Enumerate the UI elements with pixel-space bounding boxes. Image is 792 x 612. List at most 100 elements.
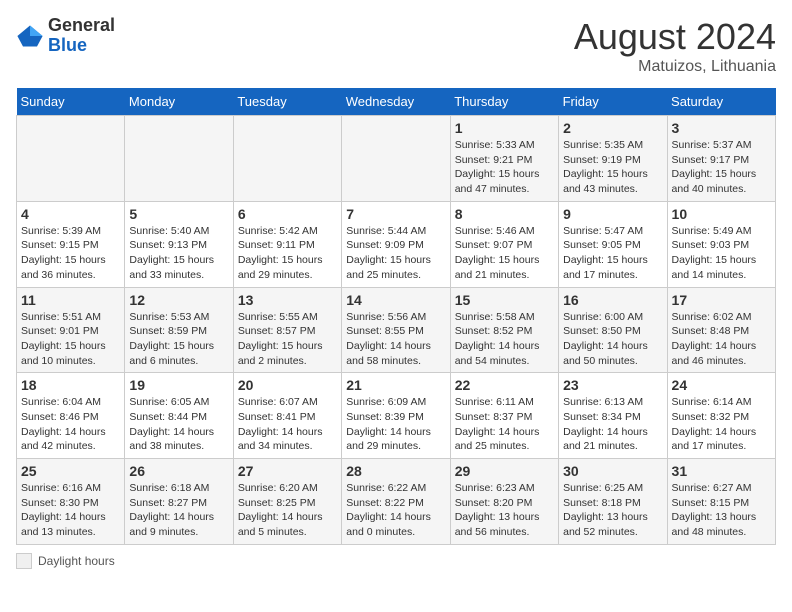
calendar-cell: 12Sunrise: 5:53 AMSunset: 8:59 PMDayligh…: [125, 287, 233, 373]
day-detail: Sunrise: 6:14 AMSunset: 8:32 PMDaylight:…: [672, 395, 771, 454]
day-number: 9: [563, 206, 662, 222]
day-detail: Sunrise: 5:37 AMSunset: 9:17 PMDaylight:…: [672, 138, 771, 197]
day-number: 4: [21, 206, 120, 222]
day-detail: Sunrise: 5:47 AMSunset: 9:05 PMDaylight:…: [563, 224, 662, 283]
day-number: 3: [672, 120, 771, 136]
day-detail: Sunrise: 5:46 AMSunset: 9:07 PMDaylight:…: [455, 224, 554, 283]
day-number: 15: [455, 292, 554, 308]
calendar-cell: 30 Sunrise: 6:25 AMSunset: 8:18 PMDayligh…: [559, 459, 667, 545]
week-row-4: 18Sunrise: 6:04 AMSunset: 8:46 PMDayligh…: [17, 373, 776, 459]
day-number: 5: [129, 206, 228, 222]
header-friday: Friday: [559, 88, 667, 116]
title-block: August 2024 Matuizos, Lithuania: [574, 16, 776, 76]
main-title: August 2024: [574, 16, 776, 58]
day-number: 1: [455, 120, 554, 136]
day-detail: Sunrise: 5:56 AMSunset: 8:55 PMDaylight:…: [346, 310, 445, 369]
day-detail: Sunrise: 5:49 AMSunset: 9:03 PMDaylight:…: [672, 224, 771, 283]
day-number: 28: [346, 463, 445, 479]
day-detail: Sunrise: 5:42 AMSunset: 9:11 PMDaylight:…: [238, 224, 337, 283]
day-number: 17: [672, 292, 771, 308]
subtitle: Matuizos, Lithuania: [574, 58, 776, 76]
day-detail: Sunrise: 6:05 AMSunset: 8:44 PMDaylight:…: [129, 395, 228, 454]
header-tuesday: Tuesday: [233, 88, 341, 116]
calendar-cell: 21Sunrise: 6:09 AMSunset: 8:39 PMDayligh…: [342, 373, 450, 459]
calendar-cell: 18Sunrise: 6:04 AMSunset: 8:46 PMDayligh…: [17, 373, 125, 459]
day-number: 16: [563, 292, 662, 308]
calendar-cell: 13 Sunrise: 5:55 AMSunset: 8:57 PMDayligh…: [233, 287, 341, 373]
calendar-cell: 19Sunrise: 6:05 AMSunset: 8:44 PMDayligh…: [125, 373, 233, 459]
day-detail: Sunrise: 6:18 AMSunset: 8:27 PMDaylight:…: [129, 481, 228, 540]
calendar-cell: 14Sunrise: 5:56 AMSunset: 8:55 PMDayligh…: [342, 287, 450, 373]
day-number: 10: [672, 206, 771, 222]
day-detail: Sunrise: 6:27 AMSunset: 8:15 PMDaylight:…: [672, 481, 771, 540]
day-number: 13: [238, 292, 337, 308]
calendar-cell: 22Sunrise: 6:11 AMSunset: 8:37 PMDayligh…: [450, 373, 558, 459]
day-number: 7: [346, 206, 445, 222]
calendar-cell: 16 Sunrise: 6:00 AMSunset: 8:50 PMDayligh…: [559, 287, 667, 373]
day-number: 26: [129, 463, 228, 479]
calendar-cell: [342, 116, 450, 202]
header-thursday: Thursday: [450, 88, 558, 116]
calendar-cell: 25Sunrise: 6:16 AMSunset: 8:30 PMDayligh…: [17, 459, 125, 545]
day-detail: Sunrise: 5:40 AMSunset: 9:13 PMDaylight:…: [129, 224, 228, 283]
day-detail: Sunrise: 6:13 AMSunset: 8:34 PMDaylight:…: [563, 395, 662, 454]
calendar-cell: 1 Sunrise: 5:33 AMSunset: 9:21 PMDaylight…: [450, 116, 558, 202]
header-wednesday: Wednesday: [342, 88, 450, 116]
day-detail: Sunrise: 6:09 AMSunset: 8:39 PMDaylight:…: [346, 395, 445, 454]
calendar-cell: 10 Sunrise: 5:49 AMSunset: 9:03 PMDayligh…: [667, 201, 775, 287]
day-detail: Sunrise: 5:51 AMSunset: 9:01 PMDaylight:…: [21, 310, 120, 369]
day-detail: Sunrise: 6:00 AMSunset: 8:50 PMDaylight:…: [563, 310, 662, 369]
day-number: 20: [238, 377, 337, 393]
day-detail: Sunrise: 5:58 AMSunset: 8:52 PMDaylight:…: [455, 310, 554, 369]
calendar-cell: 17 Sunrise: 6:02 AMSunset: 8:48 PMDayligh…: [667, 287, 775, 373]
day-number: 30: [563, 463, 662, 479]
calendar-cell: [233, 116, 341, 202]
day-detail: Sunrise: 6:04 AMSunset: 8:46 PMDaylight:…: [21, 395, 120, 454]
day-number: 29: [455, 463, 554, 479]
day-detail: Sunrise: 6:23 AMSunset: 8:20 PMDaylight:…: [455, 481, 554, 540]
day-number: 25: [21, 463, 120, 479]
legend-label: Daylight hours: [38, 554, 115, 568]
header-sunday: Sunday: [17, 88, 125, 116]
calendar-cell: 31 Sunrise: 6:27 AMSunset: 8:15 PMDayligh…: [667, 459, 775, 545]
day-number: 31: [672, 463, 771, 479]
legend: Daylight hours: [16, 553, 776, 569]
week-row-1: 1 Sunrise: 5:33 AMSunset: 9:21 PMDaylight…: [17, 116, 776, 202]
day-detail: Sunrise: 5:33 AMSunset: 9:21 PMDaylight:…: [455, 138, 554, 197]
day-number: 27: [238, 463, 337, 479]
logo-text: General Blue: [48, 16, 115, 56]
calendar-cell: 26 Sunrise: 6:18 AMSunset: 8:27 PMDayligh…: [125, 459, 233, 545]
day-detail: Sunrise: 6:25 AMSunset: 8:18 PMDaylight:…: [563, 481, 662, 540]
day-number: 24: [672, 377, 771, 393]
calendar-cell: 24 Sunrise: 6:14 AMSunset: 8:32 PMDayligh…: [667, 373, 775, 459]
calendar-cell: 9 Sunrise: 5:47 AMSunset: 9:05 PMDaylight…: [559, 201, 667, 287]
calendar-cell: 27Sunrise: 6:20 AMSunset: 8:25 PMDayligh…: [233, 459, 341, 545]
day-detail: Sunrise: 5:35 AMSunset: 9:19 PMDaylight:…: [563, 138, 662, 197]
day-detail: Sunrise: 5:39 AMSunset: 9:15 PMDaylight:…: [21, 224, 120, 283]
page-header: General Blue August 2024 Matuizos, Lithu…: [16, 16, 776, 76]
calendar-table: SundayMondayTuesdayWednesdayThursdayFrid…: [16, 88, 776, 545]
calendar-cell: 29 Sunrise: 6:23 AMSunset: 8:20 PMDayligh…: [450, 459, 558, 545]
header-row: SundayMondayTuesdayWednesdayThursdayFrid…: [17, 88, 776, 116]
calendar-cell: 15 Sunrise: 5:58 AMSunset: 8:52 PMDayligh…: [450, 287, 558, 373]
week-row-5: 25Sunrise: 6:16 AMSunset: 8:30 PMDayligh…: [17, 459, 776, 545]
calendar-cell: 6Sunrise: 5:42 AMSunset: 9:11 PMDaylight…: [233, 201, 341, 287]
day-number: 22: [455, 377, 554, 393]
logo: General Blue: [16, 16, 115, 56]
day-number: 11: [21, 292, 120, 308]
calendar-cell: 8Sunrise: 5:46 AMSunset: 9:07 PMDaylight…: [450, 201, 558, 287]
header-monday: Monday: [125, 88, 233, 116]
day-detail: Sunrise: 5:55 AMSunset: 8:57 PMDaylight:…: [238, 310, 337, 369]
day-detail: Sunrise: 5:44 AMSunset: 9:09 PMDaylight:…: [346, 224, 445, 283]
day-detail: Sunrise: 5:53 AMSunset: 8:59 PMDaylight:…: [129, 310, 228, 369]
logo-blue: Blue: [48, 36, 115, 56]
day-number: 23: [563, 377, 662, 393]
week-row-3: 11 Sunrise: 5:51 AMSunset: 9:01 PMDayligh…: [17, 287, 776, 373]
calendar-cell: 5 Sunrise: 5:40 AMSunset: 9:13 PMDaylight…: [125, 201, 233, 287]
logo-icon: [16, 22, 44, 50]
calendar-cell: [17, 116, 125, 202]
legend-box: [16, 553, 32, 569]
calendar-cell: 23 Sunrise: 6:13 AMSunset: 8:34 PMDayligh…: [559, 373, 667, 459]
logo-general: General: [48, 16, 115, 36]
day-detail: Sunrise: 6:02 AMSunset: 8:48 PMDaylight:…: [672, 310, 771, 369]
